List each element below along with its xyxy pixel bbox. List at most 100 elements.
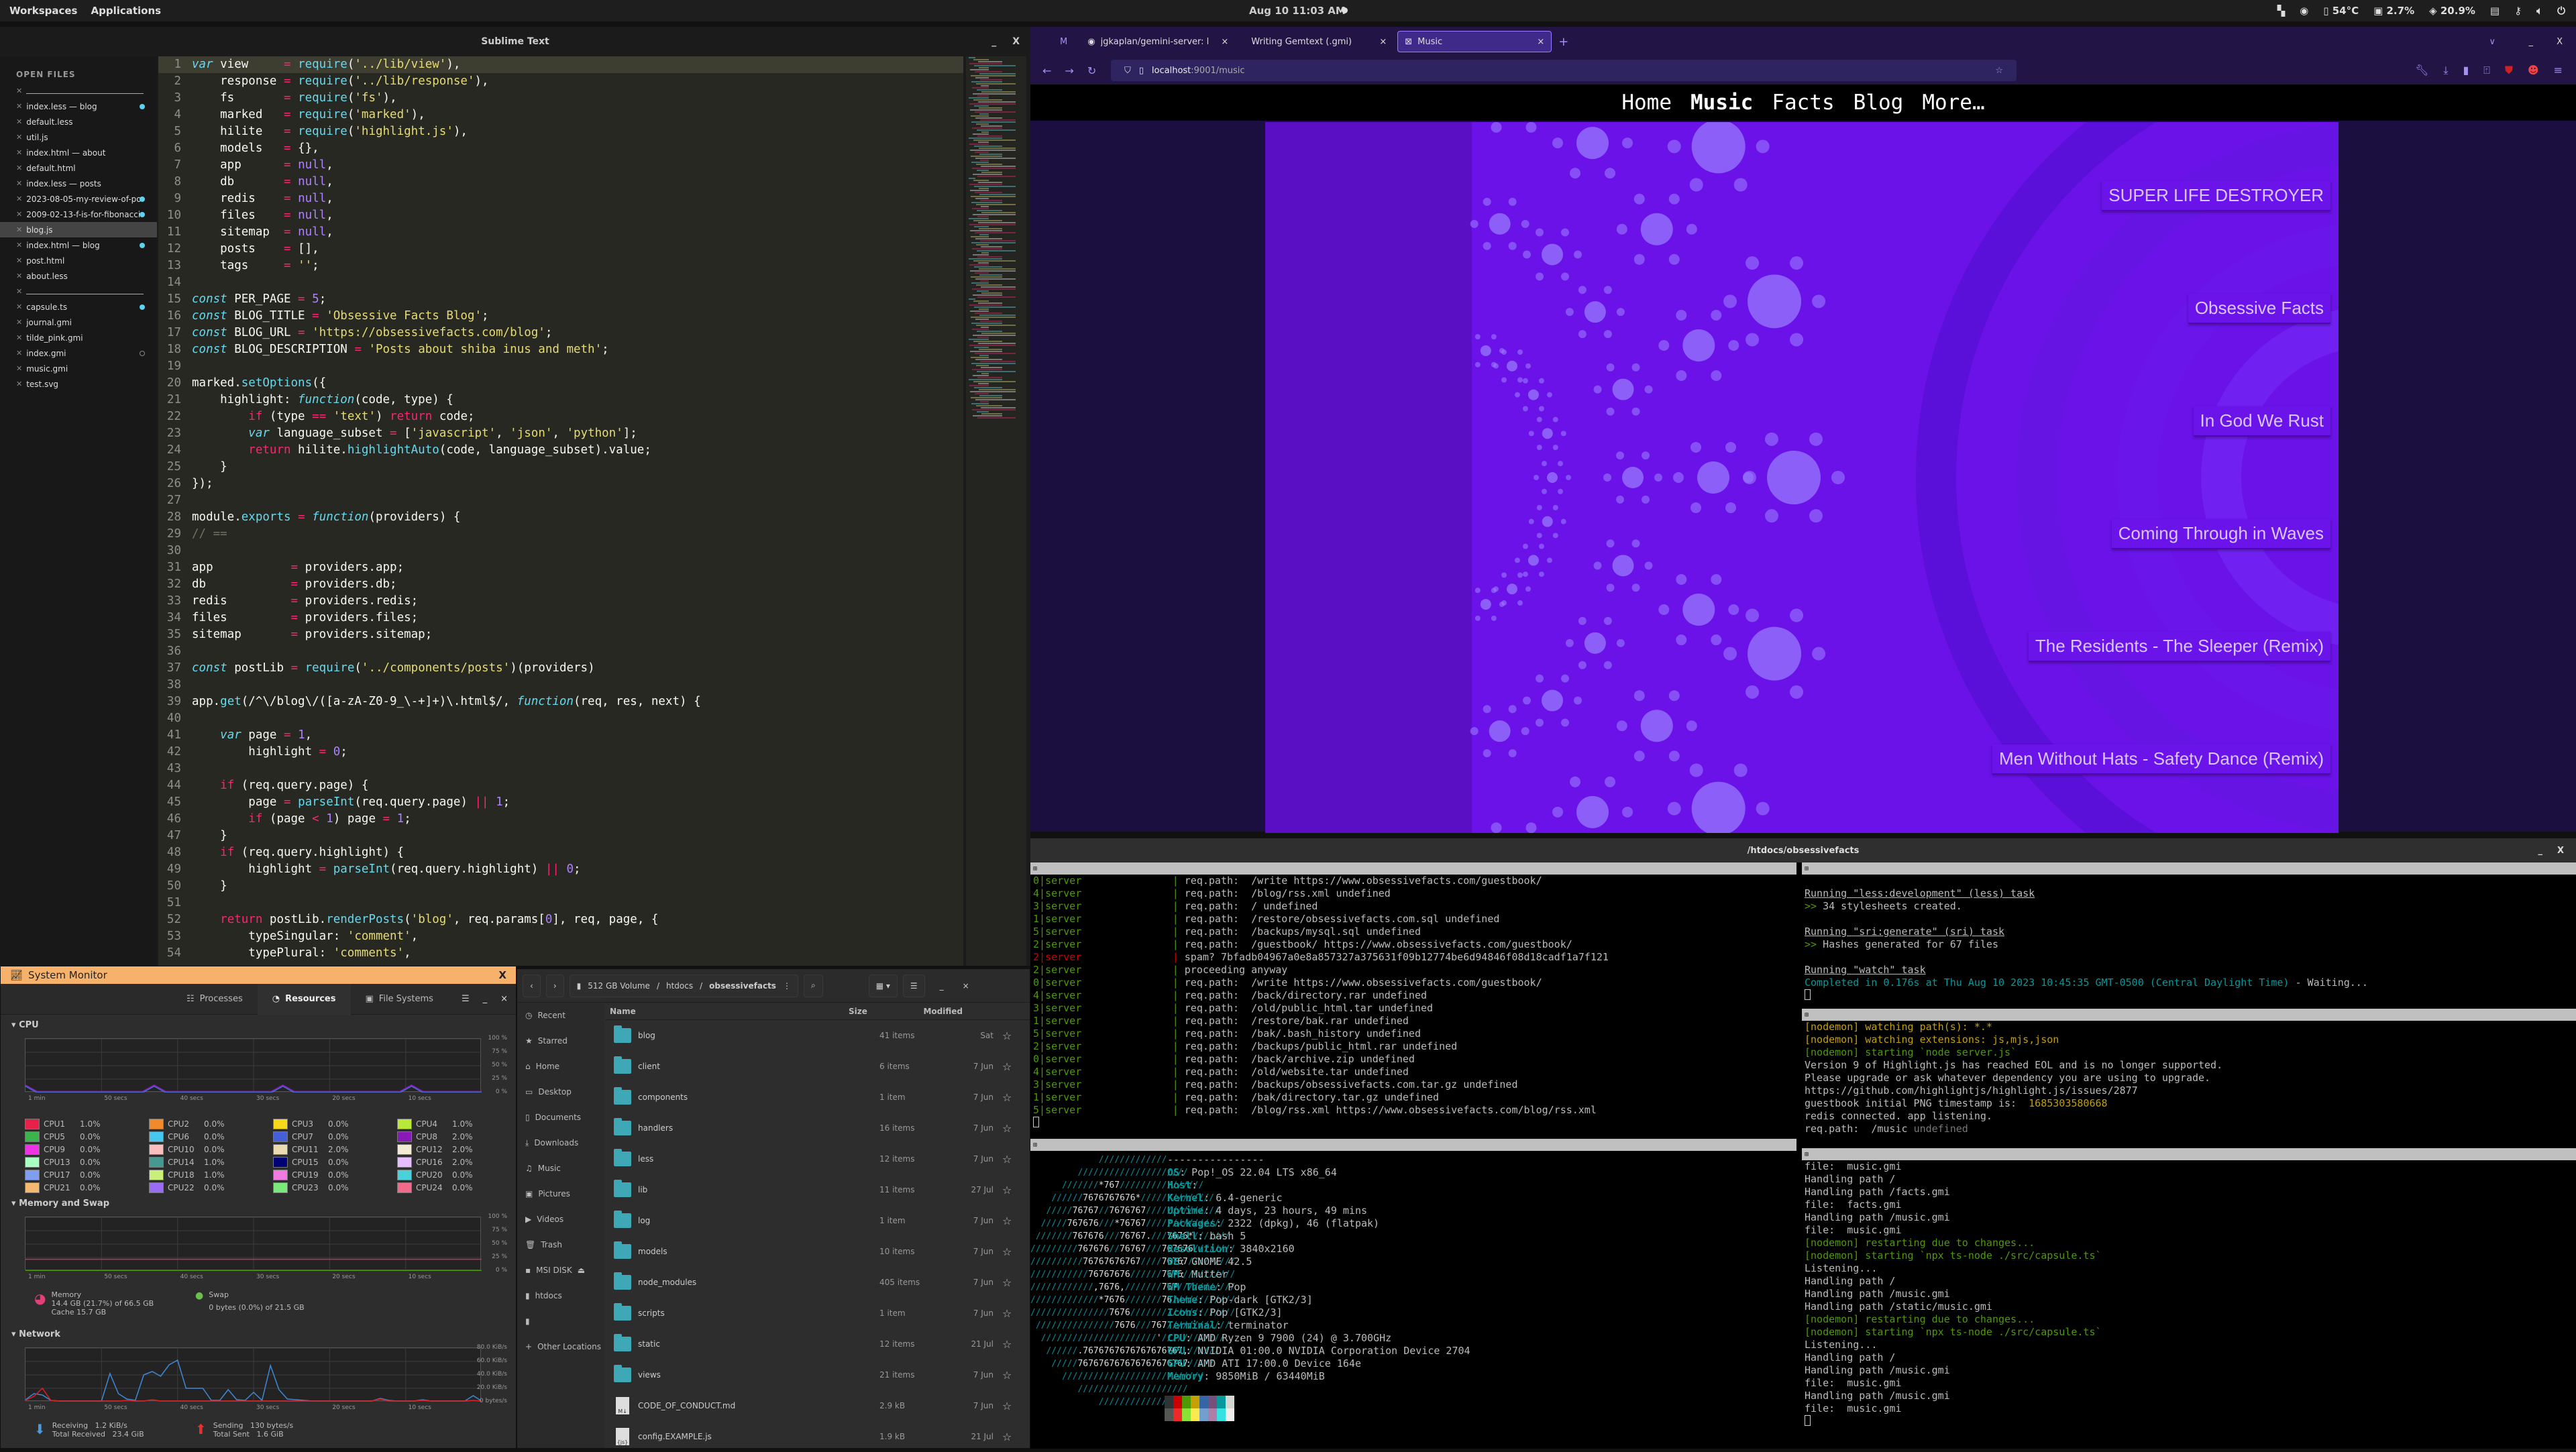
song-link[interactable]: In God We Rust (2193, 406, 2330, 437)
sidebar-item-desktop[interactable]: ▭ Desktop (517, 1079, 604, 1105)
cpu-color-swatch[interactable] (149, 1144, 164, 1155)
sidebar-item-other-locations[interactable]: + Other Locations (517, 1334, 604, 1359)
code-line[interactable]: 11 sitemap = null, (158, 224, 963, 241)
view-toggle-button[interactable]: ▦ ▾ (868, 974, 898, 997)
code-line[interactable]: 6 models = {}, (158, 140, 963, 157)
site-nav-link-more[interactable]: More… (1922, 91, 1984, 115)
code-line[interactable]: 26}); (158, 476, 963, 492)
close-file-icon[interactable]: ✕ (16, 333, 22, 342)
code-line[interactable]: 40 (158, 710, 963, 727)
cpu-section-header[interactable]: ▾ CPU (1, 1015, 516, 1030)
star-icon[interactable]: ☆ (994, 1369, 1020, 1382)
star-icon[interactable]: ☆ (994, 1060, 1020, 1073)
close-file-icon[interactable]: ✕ (16, 164, 22, 172)
url-bar[interactable]: ⛉ ▯ localhost:9001/music ☆ (1111, 60, 2017, 81)
cpu-color-swatch[interactable] (273, 1144, 288, 1155)
code-line[interactable]: 53 typeSingular: 'comment', (158, 928, 963, 945)
code-line[interactable]: 50 } (158, 878, 963, 895)
file-row[interactable]: M↓ CODE_OF_CONDUCT.md 2.9 kB 7 Jun ☆ (606, 1390, 1030, 1421)
star-icon[interactable]: ☆ (994, 1122, 1020, 1135)
code-line[interactable]: 27 (158, 492, 963, 509)
share-icon[interactable]: ⍐ (2483, 64, 2490, 77)
eject-icon[interactable]: ⏏ (578, 1266, 585, 1275)
sidebar-item-videos[interactable]: ▶ Videos (517, 1207, 604, 1232)
download-icon[interactable]: ⤓ (2443, 64, 2448, 77)
open-file-item[interactable]: ✕ post.html (0, 253, 157, 268)
close-file-icon[interactable]: ✕ (16, 133, 22, 142)
close-file-icon[interactable]: ✕ (16, 194, 22, 203)
code-line[interactable]: 39 app.get(/^\/blog\/([a-zA-Z0-9_\-+]+)\.… (158, 693, 963, 710)
close-file-icon[interactable]: ✕ (16, 364, 22, 373)
clock[interactable]: Aug 10 11:03 AM (1249, 5, 1346, 17)
cpu-color-swatch[interactable] (273, 1119, 288, 1129)
file-row[interactable]: scripts 1 item 7 Jun ☆ (606, 1298, 1030, 1329)
minimize-button[interactable]: _ (483, 994, 488, 1004)
site-nav-link-blog[interactable]: Blog (1854, 91, 1904, 115)
code-line[interactable]: 14 (158, 274, 963, 291)
column-modified[interactable]: Modified (922, 1007, 963, 1016)
code-line[interactable]: 31 app = providers.app; (158, 559, 963, 576)
code-line[interactable]: 44 if (req.query.page) { (158, 777, 963, 794)
breadcrumb-volume[interactable]: 512 GB Volume (588, 981, 650, 991)
close-file-icon[interactable]: ✕ (16, 102, 22, 111)
list-tabs-button[interactable]: ∨ (2489, 37, 2496, 47)
code-line[interactable]: 12 posts = [], (158, 241, 963, 258)
terminal-pane-server-log[interactable]: ⊞ 0|server | req.path: /write https://ww… (1030, 862, 1796, 1135)
code-line[interactable]: 5 hilite = require('highlight.js'), (158, 123, 963, 140)
memory-section-header[interactable]: ▾ Memory and Swap (1, 1193, 516, 1209)
path-bar[interactable]: ▮ 512 GB Volume / htdocs / obsessivefacts … (569, 974, 798, 997)
cpu-color-swatch[interactable] (149, 1170, 164, 1180)
cpu-color-swatch[interactable] (25, 1144, 40, 1155)
star-icon[interactable]: ☆ (994, 1029, 1020, 1042)
cpu-color-swatch[interactable] (149, 1119, 164, 1129)
code-line[interactable]: 43 (158, 761, 963, 777)
open-file-item[interactable]: ✕ (0, 284, 157, 299)
sidebar-item-downloads[interactable]: ⤓ Downloads (517, 1130, 604, 1156)
code-line[interactable]: 48 if (req.query.highlight) { (158, 844, 963, 861)
close-button[interactable]: X (498, 969, 506, 981)
tab-close-button[interactable]: × (1537, 37, 1544, 47)
code-line[interactable]: 46 if (page < 1) page = 1; (158, 811, 963, 828)
close-file-icon[interactable]: ✕ (16, 287, 22, 296)
browser-tab[interactable]: Writing Gemtext (.gmi) × (1239, 31, 1393, 52)
close-file-icon[interactable]: ✕ (16, 318, 22, 327)
star-icon[interactable]: ☆ (994, 1184, 1020, 1196)
breadcrumb-obsessivefacts[interactable]: obsessivefacts (709, 981, 776, 991)
volume-icon[interactable]: 🔈︎ (2536, 5, 2542, 17)
minimize-button[interactable]: _ (2529, 37, 2534, 47)
star-icon[interactable]: ☆ (994, 1153, 1020, 1166)
addon-icon[interactable]: ☻ (2528, 64, 2539, 77)
menu-button[interactable]: ☰ (902, 974, 925, 997)
search-button[interactable]: ⌕ (803, 974, 823, 997)
code-line[interactable]: 52 return postLib.renderPosts('blog', re… (158, 911, 963, 928)
tab-close-button[interactable]: × (1221, 37, 1228, 47)
code-line[interactable]: 19 (158, 358, 963, 375)
menu-button[interactable]: ☰ (462, 994, 470, 1004)
code-line[interactable]: 4 marked = require('marked'), (158, 107, 963, 123)
cpu-color-swatch[interactable] (25, 1182, 40, 1193)
applications-button[interactable]: Applications (91, 5, 161, 17)
vpn-key-icon[interactable]: ⚷ (2514, 5, 2522, 17)
close-file-icon[interactable]: ✕ (16, 225, 22, 234)
close-file-icon[interactable]: ✕ (16, 210, 22, 219)
close-file-icon[interactable]: ✕ (16, 179, 22, 188)
network-section-header[interactable]: ▾ Network (1, 1324, 516, 1339)
star-icon[interactable]: ☆ (994, 1431, 1020, 1443)
open-file-item[interactable]: ✕ default.html (0, 160, 157, 176)
code-line[interactable]: 33 redis = providers.redis; (158, 593, 963, 610)
workspaces-button[interactable]: Workspaces (9, 5, 77, 17)
sidebar-item-starred[interactable]: ★ Starred (517, 1028, 604, 1054)
back-button[interactable]: ‹ (523, 974, 541, 997)
code-line[interactable]: 15 const PER_PAGE = 5; (158, 291, 963, 308)
minimize-button[interactable]: _ (2538, 846, 2542, 856)
code-line[interactable]: 18 const BLOG_DESCRIPTION = 'Posts about … (158, 341, 963, 358)
file-row[interactable]: models 10 items 7 Jun ☆ (606, 1236, 1030, 1267)
open-file-item[interactable]: ✕ test.svg (0, 376, 157, 392)
cpu-color-swatch[interactable] (397, 1182, 412, 1193)
code-line[interactable]: 8 db = null, (158, 174, 963, 190)
site-nav-link-facts[interactable]: Facts (1772, 91, 1834, 115)
open-file-item[interactable]: ✕ 2009-02-13-f-is-for-fibonacci (0, 207, 157, 222)
file-row[interactable]: log 1 item 7 Jun ☆ (606, 1205, 1030, 1236)
open-file-item[interactable]: ✕ about.less (0, 268, 157, 284)
star-icon[interactable]: ☆ (994, 1215, 1020, 1227)
